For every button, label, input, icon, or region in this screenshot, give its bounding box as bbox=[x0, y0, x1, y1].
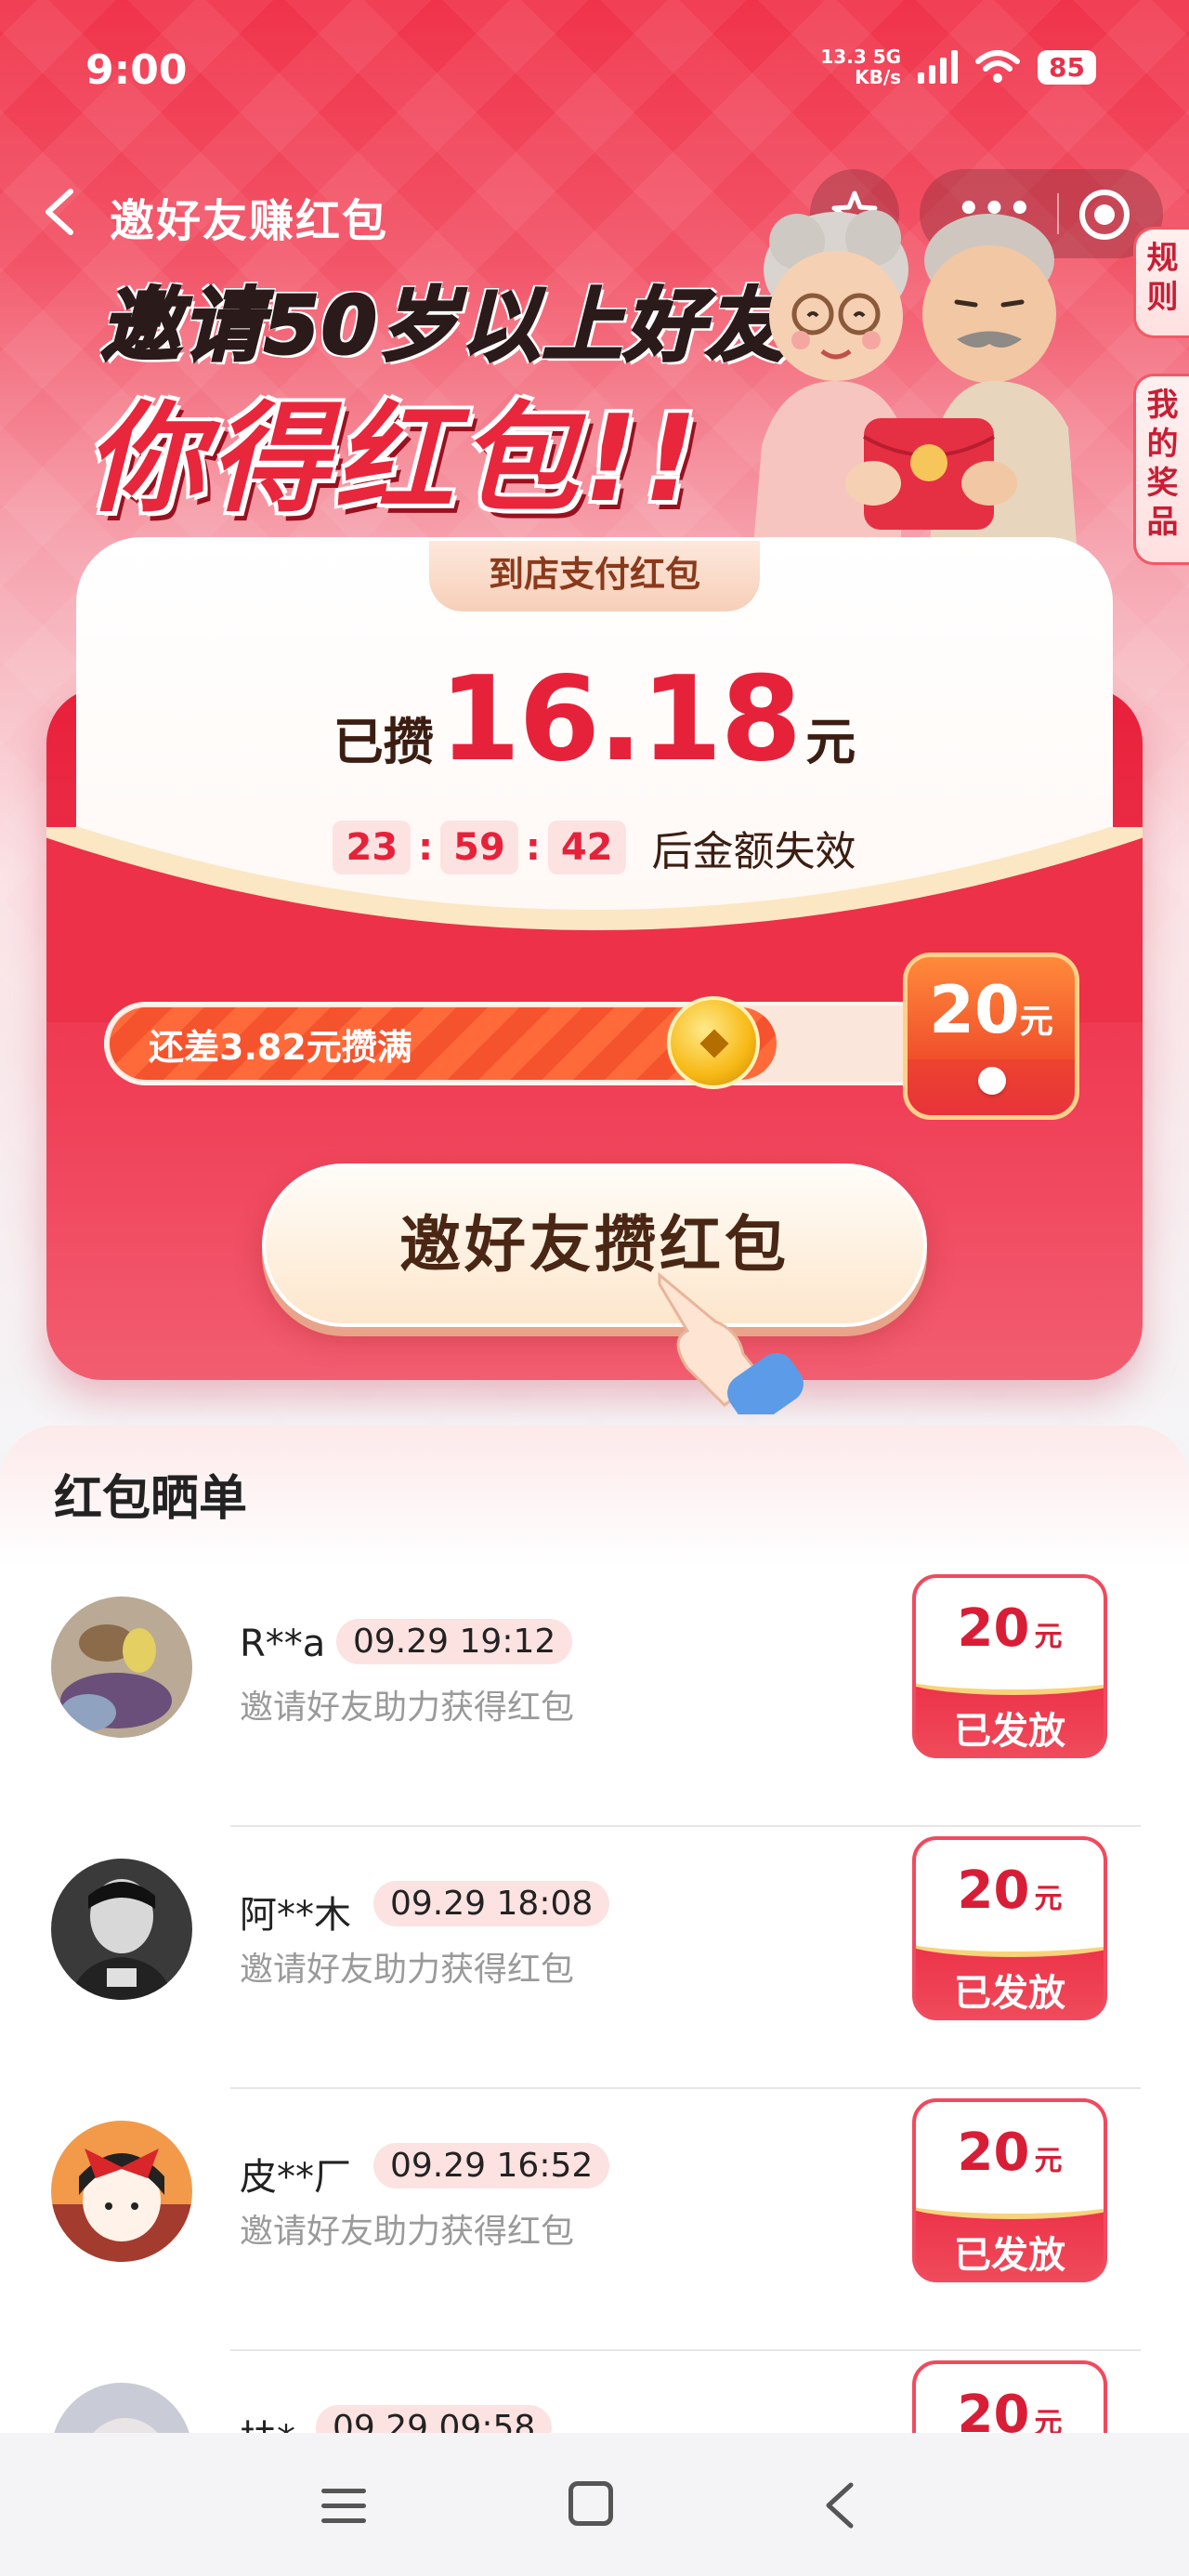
headline-line1: 邀请50岁以上好友 bbox=[99, 279, 788, 375]
reward-status: 已发放 bbox=[954, 2234, 1065, 2277]
list-item: R**a 09.29 19:12 邀请好友助力获得红包 20 元 已发放 bbox=[0, 1574, 1189, 1836]
my-prizes-tab[interactable]: 我的奖品 bbox=[1133, 374, 1189, 565]
item-description: 邀请好友助力获得红包 bbox=[240, 1951, 575, 1989]
list-item: 皮**厂 09.29 16:52 邀请好友助力获得红包 20 元 已发放 bbox=[0, 2098, 1189, 2360]
battery-icon: 85 bbox=[1038, 49, 1096, 85]
reward-unit: 元 bbox=[1034, 1883, 1063, 1915]
reward-status: 已发放 bbox=[954, 1972, 1065, 2015]
divider bbox=[230, 2349, 1141, 2351]
status-time: 9:00 bbox=[85, 46, 188, 94]
back-icon[interactable] bbox=[817, 2481, 864, 2530]
time-badge: 09.29 18:08 bbox=[373, 1881, 610, 1926]
status-icons: 13.3 5G KB/s 85 bbox=[820, 46, 1096, 87]
user-name: 皮**厂 bbox=[240, 2156, 351, 2199]
reward-unit: 元 bbox=[1034, 2145, 1063, 2177]
goal-amount: 20 bbox=[929, 972, 1020, 1048]
item-description: 邀请好友助力获得红包 bbox=[240, 1689, 575, 1727]
rules-tab[interactable]: 规则 bbox=[1133, 227, 1189, 338]
saved-amount: 16.18 bbox=[438, 651, 803, 787]
system-navigation-bar bbox=[0, 2433, 1189, 2576]
divider bbox=[230, 1825, 1141, 1827]
reward-amount: 20 bbox=[957, 2123, 1030, 2183]
saved-unit: 元 bbox=[805, 713, 856, 771]
progress-bar: 还差3.82元攒满 bbox=[104, 1002, 940, 1085]
redpacket-showcase-list: 红包晒单 R**a 09.29 19:12 邀请好友助力获得红包 20 元 已发… bbox=[0, 1426, 1189, 2453]
time-badge: 09.29 16:52 bbox=[373, 2143, 610, 2188]
page-title: 邀好友赚红包 bbox=[110, 195, 389, 247]
wifi-icon bbox=[975, 50, 1021, 83]
progress-text: 还差3.82元攒满 bbox=[149, 1027, 412, 1068]
item-description: 邀请好友助力获得红包 bbox=[240, 2213, 575, 2251]
saved-amount-row: 已攒16.18 元 bbox=[0, 651, 1189, 787]
user-name: 阿**木 bbox=[240, 1894, 351, 1937]
back-arrow-icon[interactable] bbox=[37, 186, 84, 238]
card-tab-label: 到店支付红包 bbox=[429, 541, 760, 611]
signal-icon bbox=[918, 50, 959, 84]
avatar bbox=[51, 2121, 192, 2262]
user-name: R**a bbox=[240, 1623, 326, 1665]
status-bar: 9:00 13.3 5G KB/s 85 bbox=[0, 0, 1189, 139]
goal-amount-box: 20元 bbox=[903, 953, 1079, 1120]
menu-icon[interactable] bbox=[321, 2489, 366, 2526]
reward-badge: 20 元 已发放 bbox=[912, 2098, 1107, 2282]
saved-label: 已攒 bbox=[333, 713, 434, 771]
time-badge: 09.29 19:12 bbox=[336, 1619, 573, 1664]
reward-badge: 20 元 已发放 bbox=[912, 1574, 1107, 1758]
reward-status: 已发放 bbox=[954, 1710, 1065, 1753]
goal-unit: 元 bbox=[1019, 1003, 1053, 1041]
list-title: 红包晒单 bbox=[54, 1471, 248, 1527]
reward-unit: 元 bbox=[1034, 1621, 1063, 1653]
reward-badge: 20 元 已发放 bbox=[912, 1836, 1107, 2020]
divider bbox=[230, 2087, 1141, 2089]
reward-amount: 20 bbox=[957, 1860, 1030, 1921]
avatar bbox=[51, 1859, 192, 2000]
home-icon[interactable] bbox=[568, 2481, 613, 2526]
pointing-hand-icon bbox=[658, 1271, 804, 1414]
elderly-couple-illustration bbox=[752, 210, 1078, 558]
invite-friends-button[interactable]: 邀好友攒红包 bbox=[262, 1163, 927, 1327]
list-item: 阿**木 09.29 18:08 邀请好友助力获得红包 20 元 已发放 bbox=[0, 1836, 1189, 2098]
coin-icon bbox=[667, 996, 760, 1089]
avatar bbox=[51, 1597, 192, 1738]
reward-amount: 20 bbox=[957, 1598, 1030, 1659]
net-speed: 13.3 5G KB/s bbox=[820, 46, 902, 88]
headline-line2: 你得红包!! bbox=[85, 390, 703, 529]
